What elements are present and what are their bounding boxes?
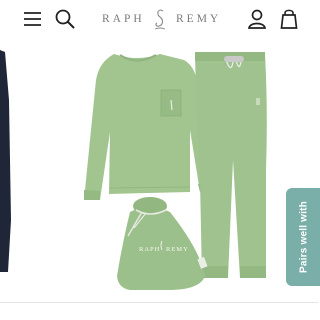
pairs-well-with-label: Pairs well with xyxy=(298,201,310,273)
product-image: RAPH REMY xyxy=(0,50,267,290)
swan-logo-icon xyxy=(154,9,166,30)
previous-product-peek xyxy=(0,50,11,272)
account-icon[interactable] xyxy=(246,8,268,30)
below-image-area xyxy=(0,303,318,320)
site-header: RAPH REMY xyxy=(0,0,318,40)
pairs-well-with-tab[interactable]: Pairs well with xyxy=(286,188,320,286)
brand-name-right: REMY xyxy=(176,13,222,25)
product-image-carousel[interactable]: RAPH REMY xyxy=(0,40,318,302)
brand-logo[interactable]: RAPH REMY xyxy=(102,9,222,30)
menu-icon[interactable] xyxy=(22,8,44,30)
bag-icon[interactable] xyxy=(278,8,300,30)
brand-name-left: RAPH xyxy=(102,13,145,25)
bag-print-right: REMY xyxy=(166,246,189,253)
search-icon[interactable] xyxy=(54,8,76,30)
jogger-pants xyxy=(195,52,267,278)
bag-print-left: RAPH xyxy=(139,246,160,253)
drawstring-gift-bag: RAPH REMY xyxy=(117,197,208,290)
long-sleeve-top xyxy=(84,54,213,200)
